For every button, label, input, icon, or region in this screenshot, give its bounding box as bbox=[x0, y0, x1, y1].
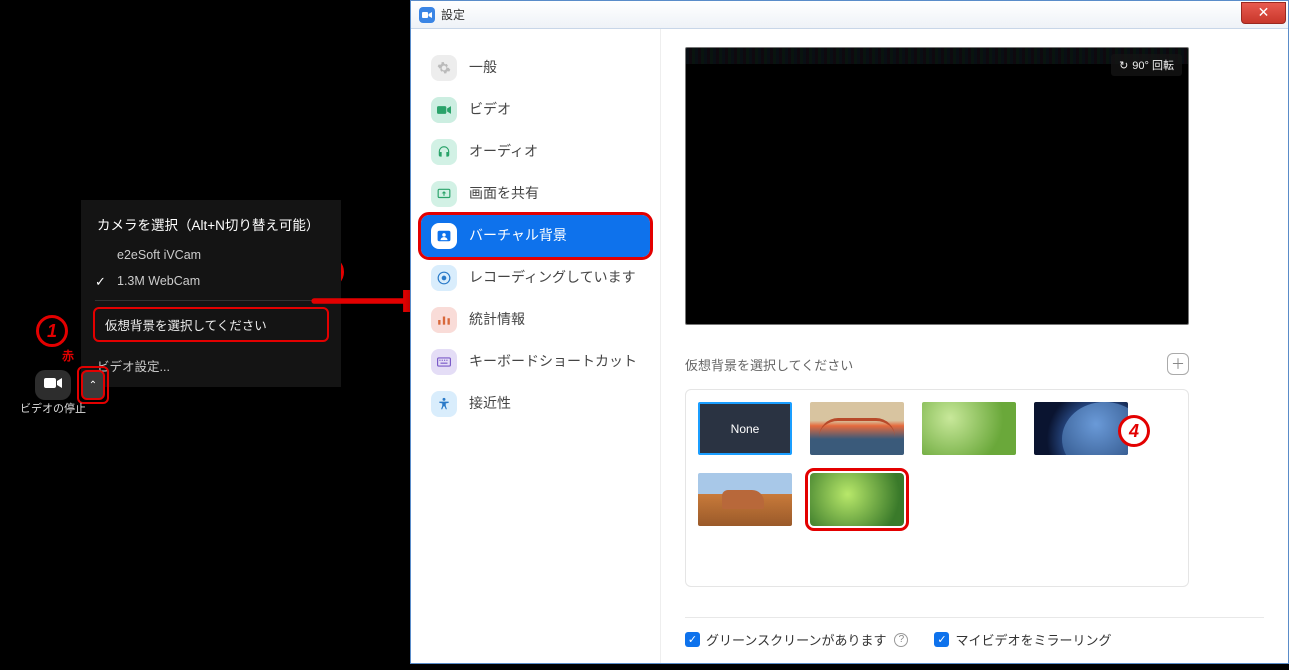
close-button[interactable]: ✕ bbox=[1241, 2, 1286, 24]
background-option-none[interactable]: None bbox=[698, 402, 792, 455]
share-screen-icon bbox=[431, 181, 457, 207]
sidebar-item-label: 接近性 bbox=[469, 395, 640, 413]
checkbox-checked-icon: ✓ bbox=[934, 632, 949, 647]
settings-content: ↻ 90° 回転 仮想背景を選択してください ＋ None bbox=[661, 29, 1288, 663]
recording-icon bbox=[431, 265, 457, 291]
sidebar-item-label: 画面を共有 bbox=[469, 185, 640, 203]
sidebar-item-label: レコーディングしています bbox=[469, 269, 640, 287]
statistics-icon bbox=[431, 307, 457, 333]
video-settings-item[interactable]: ビデオ設定... bbox=[81, 350, 341, 381]
sidebar-item-video[interactable]: ビデオ bbox=[421, 89, 650, 131]
camera-select-popup: カメラを選択（Alt+N切り替え可能） e2eSoft iVCam 1.3M W… bbox=[81, 200, 341, 387]
plus-icon: ＋ bbox=[1171, 354, 1185, 374]
sidebar-item-recording[interactable]: レコーディングしています bbox=[421, 257, 650, 299]
camera-option-ivcam[interactable]: e2eSoft iVCam bbox=[81, 242, 341, 268]
background-option-leaves[interactable] bbox=[810, 473, 904, 526]
sidebar-item-statistics[interactable]: 統計情報 bbox=[421, 299, 650, 341]
close-icon: ✕ bbox=[1258, 4, 1270, 21]
video-options-caret-button[interactable]: ⌃ bbox=[81, 370, 105, 400]
sidebar-item-accessibility[interactable]: 接近性 bbox=[421, 383, 650, 425]
sidebar-item-virtual-background[interactable]: バーチャル背景 bbox=[421, 215, 650, 257]
sidebar-item-label: ビデオ bbox=[469, 101, 640, 119]
gear-icon bbox=[431, 55, 457, 81]
zoom-app-icon bbox=[419, 7, 435, 23]
settings-footer: ✓ グリーンスクリーンがあります ? ✓ マイビデオをミラーリング bbox=[685, 617, 1264, 649]
checkbox-checked-icon: ✓ bbox=[685, 632, 700, 647]
video-preview: ↻ 90° 回転 bbox=[685, 47, 1189, 325]
settings-dialog: 設定 ✕ 一般 ビデオ オーディオ bbox=[410, 0, 1289, 664]
sidebar-item-label: 一般 bbox=[469, 59, 640, 77]
popup-title: カメラを選択（Alt+N切り替え可能） bbox=[81, 210, 341, 242]
rotate-icon: ↻ bbox=[1119, 59, 1128, 72]
none-label: None bbox=[731, 422, 760, 436]
accessibility-icon bbox=[431, 391, 457, 417]
camera-option-webcam[interactable]: 1.3M WebCam bbox=[81, 268, 341, 294]
background-option-grass[interactable] bbox=[922, 402, 1016, 455]
sidebar-item-label: キーボードショートカット bbox=[469, 353, 640, 371]
background-option-canyon[interactable] bbox=[698, 473, 792, 526]
meeting-control-strip: ⌃ bbox=[35, 366, 109, 404]
stop-video-label: ビデオの停止 bbox=[20, 400, 86, 416]
partial-red-text: 赤 bbox=[62, 347, 74, 364]
add-background-button[interactable]: ＋ bbox=[1167, 353, 1189, 375]
rotate-90-button[interactable]: ↻ 90° 回転 bbox=[1111, 54, 1182, 76]
sidebar-item-general[interactable]: 一般 bbox=[421, 47, 650, 89]
select-virtual-background-title: 仮想背景を選択してください bbox=[685, 355, 853, 374]
green-screen-label: グリーンスクリーンがあります bbox=[706, 630, 886, 649]
sidebar-item-label: オーディオ bbox=[469, 143, 640, 161]
dialog-title: 設定 bbox=[441, 6, 1235, 23]
virtual-background-icon bbox=[431, 223, 457, 249]
video-camera-icon bbox=[44, 376, 62, 394]
green-screen-checkbox[interactable]: ✓ グリーンスクリーンがあります ? bbox=[685, 630, 908, 649]
sidebar-item-share-screen[interactable]: 画面を共有 bbox=[421, 173, 650, 215]
caret-highlight: ⌃ bbox=[77, 366, 109, 404]
help-icon[interactable]: ? bbox=[894, 633, 908, 647]
settings-sidebar: 一般 ビデオ オーディオ 画面を共有 bbox=[411, 29, 661, 663]
popup-divider bbox=[95, 300, 327, 301]
headphones-icon bbox=[431, 139, 457, 165]
sidebar-item-keyboard-shortcuts[interactable]: キーボードショートカット bbox=[421, 341, 650, 383]
sidebar-item-label: 統計情報 bbox=[469, 311, 640, 329]
background-thumbnail-grid: None bbox=[685, 389, 1189, 587]
dialog-titlebar: 設定 ✕ bbox=[411, 1, 1288, 29]
annotation-badge-4: 4 bbox=[1118, 415, 1150, 447]
annotation-badge-1: 1 bbox=[36, 315, 68, 347]
select-virtual-background-item[interactable]: 仮想背景を選択してください bbox=[93, 307, 329, 342]
chevron-up-icon: ⌃ bbox=[89, 380, 97, 391]
mirror-video-checkbox[interactable]: ✓ マイビデオをミラーリング bbox=[934, 630, 1111, 649]
background-option-earth[interactable] bbox=[1034, 402, 1128, 455]
sidebar-item-label: バーチャル背景 bbox=[469, 227, 640, 245]
sidebar-item-audio[interactable]: オーディオ bbox=[421, 131, 650, 173]
mirror-video-label: マイビデオをミラーリング bbox=[955, 630, 1111, 649]
rotate-label: 90° 回転 bbox=[1132, 57, 1174, 73]
video-camera-icon bbox=[431, 97, 457, 123]
keyboard-icon bbox=[431, 349, 457, 375]
stop-video-button[interactable] bbox=[35, 370, 71, 400]
background-option-bridge[interactable] bbox=[810, 402, 904, 455]
